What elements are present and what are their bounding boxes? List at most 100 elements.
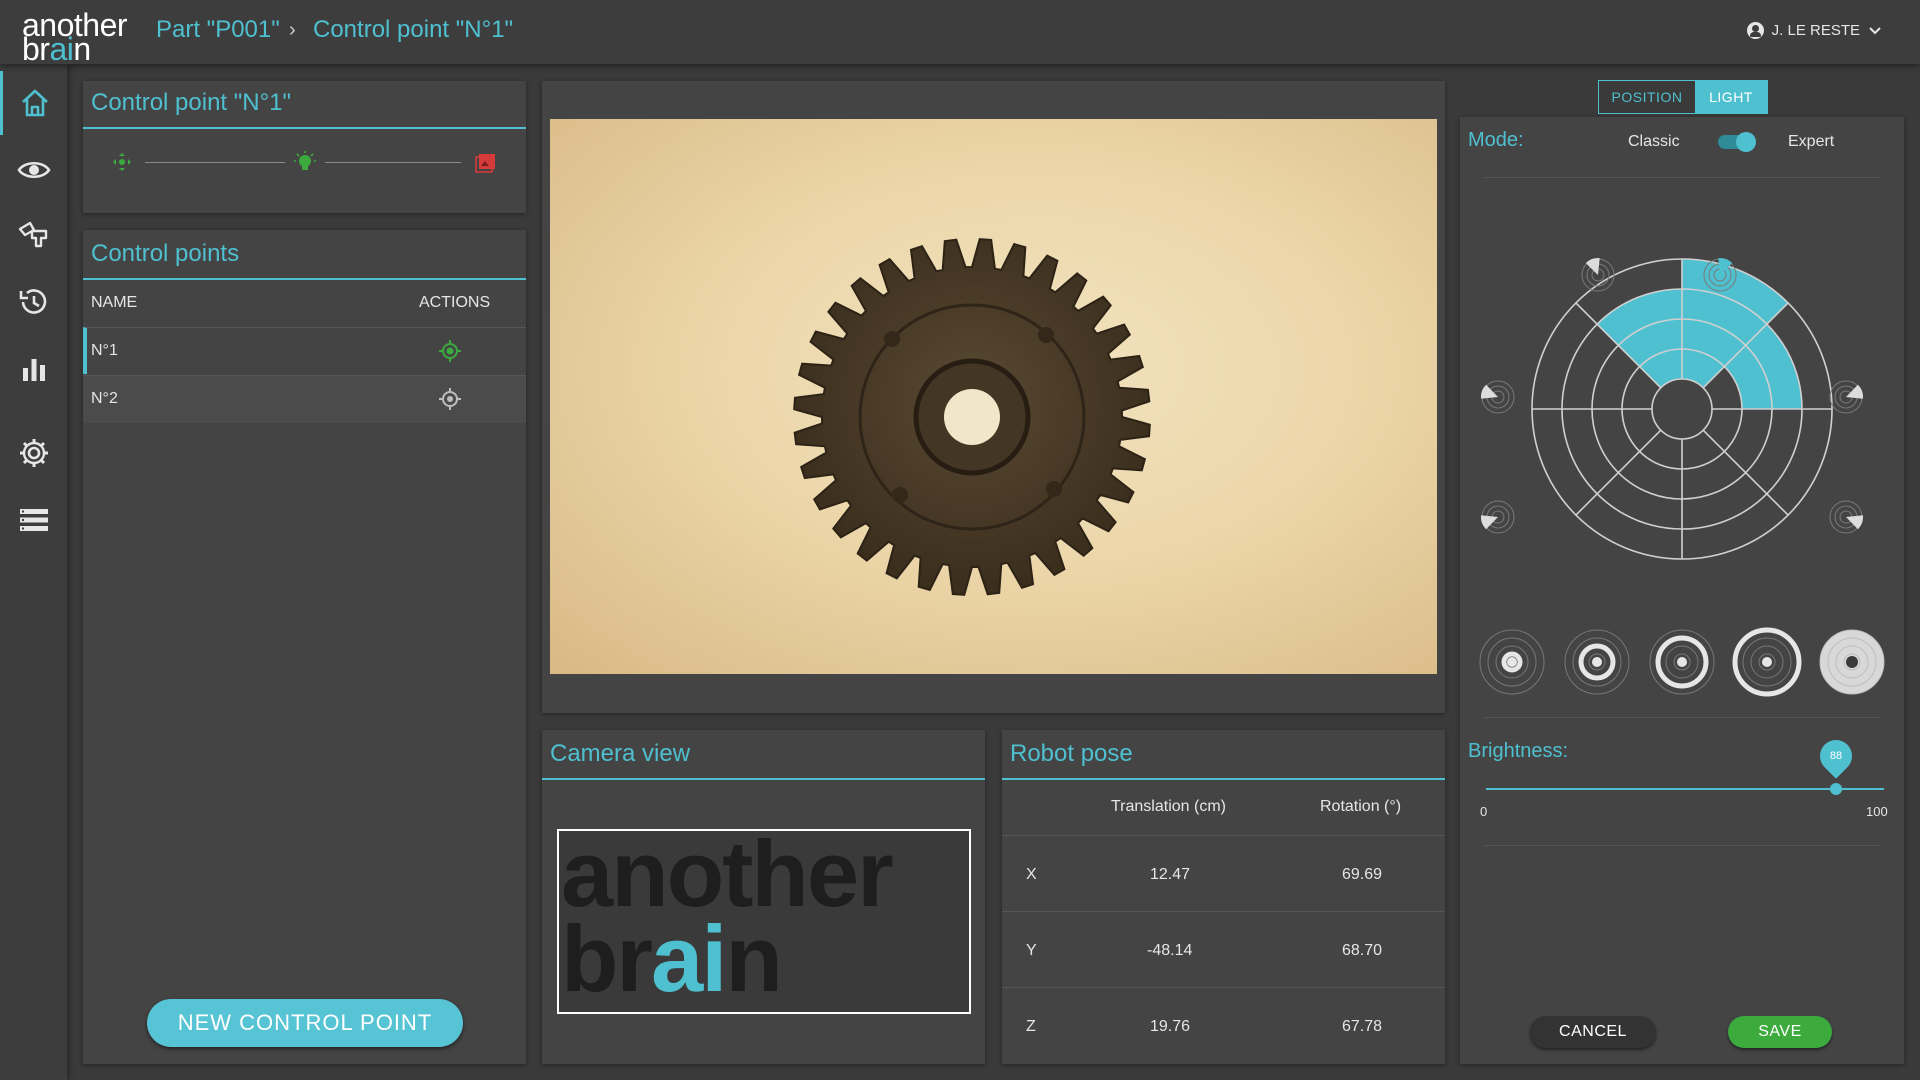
ring-preset-button[interactable]: [1732, 627, 1802, 697]
new-control-point-button[interactable]: NEW CONTROL POINT: [147, 999, 463, 1047]
divider: [1484, 177, 1880, 178]
rotation-value: 67.78: [1342, 1018, 1383, 1035]
camera-view-frame[interactable]: another brain: [557, 829, 971, 1014]
light-position-button[interactable]: [1703, 258, 1737, 292]
cancel-button[interactable]: CANCEL: [1530, 1016, 1656, 1048]
tab-light[interactable]: LIGHT: [1695, 81, 1767, 113]
dome-spoke: [1575, 429, 1662, 516]
column-header-rotation: Rotation (°): [1320, 798, 1402, 815]
breadcrumb-control-point[interactable]: Control point "N°1": [313, 16, 513, 44]
divider: [1484, 845, 1880, 846]
light-position-button[interactable]: [1481, 380, 1515, 414]
top-bar: another brain Part "P001" › Control poin…: [0, 0, 1920, 65]
target-icon[interactable]: [438, 387, 462, 411]
user-menu[interactable]: J. LE RESTE: [1746, 22, 1882, 39]
logo-line-2: brain: [22, 31, 91, 67]
ring-preset-button[interactable]: [1564, 629, 1630, 695]
control-point-panel: Control point "N°1": [83, 81, 526, 213]
light-ring-presets[interactable]: [1460, 622, 1904, 702]
control-point-name: N°1: [91, 342, 118, 359]
history-icon: [19, 289, 46, 314]
sidebar-item-home[interactable]: [0, 71, 67, 135]
preset-center: [1677, 657, 1687, 667]
gear-bolt-hole: [1038, 327, 1054, 343]
robot-pose-panel: Robot pose Translation (cm) Rotation (°)…: [1002, 730, 1445, 1064]
ring-preset-button[interactable]: [1479, 629, 1545, 695]
dome-spoke: [1702, 429, 1789, 516]
user-name: J. LE RESTE: [1771, 22, 1860, 39]
light-position-button[interactable]: [1829, 380, 1863, 414]
table-row[interactable]: N°2: [83, 375, 526, 423]
light-position-button[interactable]: [1481, 500, 1515, 534]
translation-value: 19.76: [1150, 1018, 1191, 1035]
chevron-down-icon: [1869, 26, 1881, 34]
sidebar-item-list[interactable]: [0, 488, 67, 552]
camera-image-panel: [542, 81, 1445, 713]
app-logo[interactable]: another brain: [22, 8, 134, 65]
axis-label: Z: [1026, 1018, 1036, 1035]
mode-toggle[interactable]: [1718, 132, 1756, 152]
camera-view-title: Camera view: [550, 740, 691, 767]
translation-value: -48.14: [1147, 942, 1193, 959]
brightness-slider-thumb[interactable]: [1830, 783, 1843, 795]
home-icon: [22, 89, 48, 117]
brightness-min: 0: [1480, 804, 1488, 819]
toggle-knob[interactable]: [1736, 132, 1756, 152]
pose-row-x: X 12.47 69.69: [1002, 835, 1445, 912]
sidebar-item-statistics[interactable]: [0, 338, 67, 402]
axis-label: X: [1026, 866, 1037, 883]
rotation-value: 69.69: [1342, 866, 1383, 883]
light-position-button[interactable]: [1581, 258, 1615, 292]
rotation-value: 68.70: [1342, 942, 1383, 959]
translation-value: 12.47: [1150, 866, 1191, 883]
column-header-name[interactable]: NAME: [91, 294, 137, 312]
image-icon[interactable]: [475, 151, 497, 173]
ring-preset-button[interactable]: [1649, 629, 1715, 695]
brightness-slider[interactable]: 88: [1486, 733, 1884, 795]
stepper-line: [325, 162, 461, 163]
save-button[interactable]: SAVE: [1728, 1016, 1832, 1048]
title-rule: [83, 278, 526, 280]
light-sector-selector[interactable]: [1460, 187, 1904, 587]
mode-expert-label[interactable]: Expert: [1788, 133, 1834, 151]
position-light-tabs: POSITION LIGHT: [1598, 80, 1768, 114]
list-icon: [19, 509, 48, 531]
dome-ring: [1651, 378, 1713, 440]
title-rule: [83, 127, 526, 129]
pose-row-z: Z 19.76 67.78: [1002, 987, 1445, 1064]
column-header-translation: Translation (cm): [1111, 798, 1226, 815]
preset-center: [1507, 657, 1517, 667]
mode-label: Mode:: [1468, 129, 1524, 151]
light-bulb-icon[interactable]: [294, 151, 316, 173]
brightness-label: Brightness:: [1468, 740, 1569, 762]
target-icon[interactable]: [438, 339, 462, 363]
column-header-actions: ACTIONS: [419, 294, 491, 311]
breadcrumb-separator: ›: [289, 19, 296, 41]
camera-live-image: [550, 119, 1437, 674]
sidebar: [0, 64, 67, 1080]
sidebar-item-history[interactable]: [0, 270, 67, 334]
table-row[interactable]: N°1: [83, 327, 526, 374]
breadcrumb-part[interactable]: Part "P001": [156, 16, 280, 44]
account-circle-icon: [1746, 22, 1764, 39]
ring-preset-button[interactable]: [1819, 629, 1885, 695]
divider: [1484, 717, 1880, 718]
stepper-line: [145, 162, 285, 163]
title-rule: [1002, 778, 1445, 780]
pose-row-y: Y -48.14 68.70: [1002, 911, 1445, 988]
sidebar-item-inspection[interactable]: [0, 138, 67, 202]
brightness-max: 100: [1866, 804, 1888, 819]
mode-classic-label[interactable]: Classic: [1628, 133, 1680, 151]
preset-center: [1592, 657, 1602, 667]
control-point-name: N°2: [91, 390, 118, 407]
move-icon[interactable]: [111, 151, 133, 173]
axis-label: Y: [1026, 942, 1037, 959]
preset-center: [1846, 656, 1858, 668]
sidebar-item-robot[interactable]: [0, 204, 67, 268]
control-point-title: Control point "N°1": [91, 89, 292, 116]
gear-bolt-hole: [892, 487, 908, 503]
tab-position[interactable]: POSITION: [1599, 81, 1695, 113]
sidebar-item-settings[interactable]: [0, 421, 67, 485]
light-position-button[interactable]: [1829, 500, 1863, 534]
gear-bolt-hole: [1046, 481, 1062, 497]
